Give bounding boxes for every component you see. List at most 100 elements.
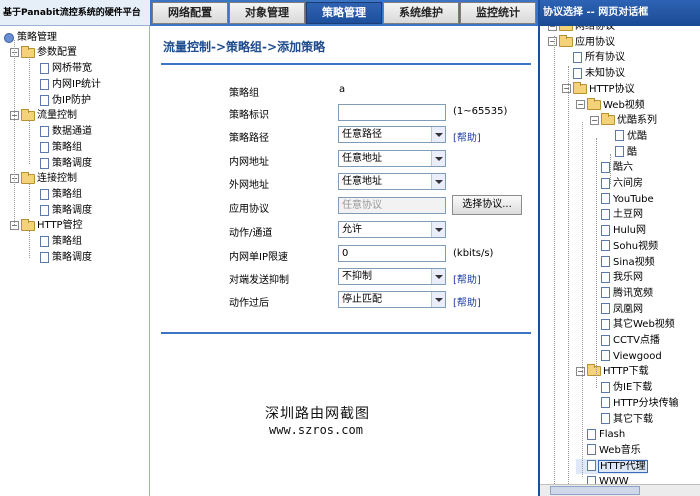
page-icon [615, 130, 624, 142]
protocol-tree-item[interactable]: CCTV点播 [590, 333, 660, 348]
after-action-select[interactable]: 停止匹配 [338, 291, 446, 308]
collapse-icon[interactable]: − [576, 366, 585, 376]
dialog-horizontal-scrollbar[interactable] [540, 484, 700, 496]
internal-address-select[interactable]: 任意地址 [338, 150, 446, 167]
protocol-tree-item[interactable]: 我乐网 [590, 270, 643, 285]
page-icon [40, 189, 49, 200]
page-icon [587, 475, 596, 484]
tree-item-conn-policy-schedule[interactable]: 策略调度 [40, 203, 92, 218]
select-protocol-button[interactable]: 选择协议... [452, 195, 522, 215]
tree-group-flow-control[interactable]: − 流量控制 [10, 108, 77, 123]
tab-policy-management[interactable]: 策略管理 [306, 2, 382, 24]
tree-item-policy-schedule[interactable]: 策略调度 [40, 156, 92, 171]
after-action-help-link[interactable]: [帮助] [453, 294, 481, 309]
page-icon [40, 63, 49, 74]
protocol-tree-label: 我乐网 [613, 272, 643, 284]
tab-network-config[interactable]: 网络配置 [152, 2, 228, 24]
protocol-tree-label: 优酷系列 [617, 115, 657, 127]
action-channel-select[interactable]: 允许 [338, 221, 446, 238]
protocol-tree-label: 腾讯宽频 [613, 287, 653, 299]
policy-id-hint: (1~65535) [453, 106, 508, 117]
protocol-tree-label: 酷 [627, 146, 637, 158]
protocol-tree-item[interactable]: − HTTP下载 [576, 364, 649, 379]
protocol-tree-label: 土豆网 [613, 209, 643, 221]
protocol-tree-item[interactable]: WWW [576, 474, 629, 484]
protocol-tree-label: Flash [599, 429, 626, 441]
tree-item-lan-ip-stats[interactable]: 内网IP统计 [40, 77, 101, 92]
protocol-tree-item[interactable]: YouTube [590, 192, 654, 207]
collapse-icon[interactable]: − [590, 115, 599, 125]
protocol-tree-item[interactable]: − 应用协议 [548, 34, 615, 50]
external-address-select[interactable]: 任意地址 [338, 173, 446, 190]
protocol-tree-label: 未知协议 [585, 68, 625, 80]
after-action-label: 动作过后 [229, 298, 269, 309]
tree-root[interactable]: 策略管理 [4, 30, 57, 45]
protocol-tree-item[interactable]: 凤凰网 [590, 302, 643, 317]
scrollbar-thumb[interactable] [550, 486, 640, 495]
protocol-tree-item[interactable]: 六间房 [590, 176, 643, 191]
tree-item-http-policy-group[interactable]: 策略组 [40, 234, 82, 249]
tree-item-fake-ip-guard[interactable]: 伪IP防护 [40, 93, 91, 108]
rate-limit-input[interactable]: 0 [338, 245, 446, 262]
tree-group-params[interactable]: − 参数配置 [10, 45, 77, 60]
protocol-tree-item[interactable]: 其它Web视频 [590, 317, 675, 332]
tree-item-conn-policy-group[interactable]: 策略组 [40, 187, 82, 202]
tab-object-management[interactable]: 对象管理 [229, 2, 305, 24]
protocol-tree-item[interactable]: 所有协议 [562, 50, 625, 65]
protocol-tree-item[interactable]: Viewgood [590, 349, 662, 364]
tab-system-maintenance[interactable]: 系统维护 [383, 2, 459, 24]
protocol-tree-item[interactable]: 腾讯宽频 [590, 286, 653, 301]
tree-connector [29, 120, 30, 164]
tree-item-policy-group[interactable]: 策略组 [40, 140, 82, 155]
protocol-tree-item[interactable]: Sohu视频 [590, 239, 658, 254]
tab-monitor-stats[interactable]: 监控统计 [460, 2, 536, 24]
tree-item-data-channel[interactable]: 数据通道 [40, 124, 92, 139]
protocol-tree-item[interactable]: HTTP分块传输 [590, 396, 679, 411]
collapse-icon[interactable]: − [548, 37, 557, 47]
protocol-tree-item[interactable]: Sina视频 [590, 255, 655, 270]
protocol-tree-item[interactable]: 未知协议 [562, 66, 625, 81]
protocol-tree-item[interactable]: 伪IE下载 [590, 380, 652, 395]
peer-suppress-select[interactable]: 不抑制 [338, 268, 446, 285]
protocol-tree-item[interactable]: Hulu网 [590, 223, 646, 238]
dropdown-arrow-icon [431, 151, 445, 166]
page-icon [40, 126, 49, 137]
peer-suppress-help-link[interactable]: [帮助] [453, 271, 481, 286]
collapse-icon[interactable]: − [562, 84, 571, 94]
protocol-tree-item[interactable]: − 网络协议 [548, 26, 615, 34]
platform-title: 基于Panabit流控系统的硬件平台 [0, 0, 150, 26]
protocol-tree-label: HTTP协议 [589, 83, 635, 95]
protocol-tree-item[interactable]: − 优酷系列 [590, 113, 657, 128]
action-channel-label: 动作/通道 [229, 228, 273, 239]
collapse-icon[interactable]: − [548, 26, 557, 31]
protocol-tree-label: Hulu网 [613, 225, 646, 237]
protocol-tree-item[interactable]: 其它下载 [590, 412, 653, 427]
policy-path-select[interactable]: 任意路径 [338, 126, 446, 143]
tree-connector [610, 154, 611, 184]
tree-item-http-policy-schedule[interactable]: 策略调度 [40, 250, 92, 265]
protocol-tree-item[interactable]: Web音乐 [576, 443, 641, 458]
protocol-tree-item[interactable]: Flash [576, 427, 625, 442]
tree-connector [568, 66, 569, 484]
tree-group-http-control[interactable]: − HTTP管控 [10, 218, 83, 233]
tree-connector [14, 40, 15, 225]
protocol-tree-item[interactable]: 酷 [604, 145, 637, 160]
collapse-icon[interactable]: − [576, 100, 585, 109]
page-icon [40, 158, 49, 169]
tree-group-connection-control[interactable]: − 连接控制 [10, 171, 77, 186]
page-icon [601, 240, 610, 252]
tree-item-bridge-bandwidth[interactable]: 网桥带宽 [40, 61, 92, 76]
policy-group-label: 策略组 [229, 88, 259, 99]
folder-icon [21, 108, 35, 121]
protocol-tree-item[interactable]: 优酷 [604, 129, 647, 144]
protocol-tree-item[interactable]: − Web视频 [576, 97, 645, 113]
policy-path-help-link[interactable]: [帮助] [453, 129, 481, 144]
dialog-title: 协议选择 -- 网页对话框 [540, 0, 700, 26]
folder-icon [21, 45, 35, 58]
protocol-tree-item[interactable]: − HTTP协议 [562, 81, 635, 97]
page-icon [615, 146, 624, 158]
protocol-tree-label: WWW [599, 476, 629, 484]
policy-id-input[interactable] [338, 104, 446, 121]
protocol-tree-item[interactable]: HTTP代理 [576, 458, 648, 474]
protocol-tree-item[interactable]: 土豆网 [590, 207, 643, 222]
